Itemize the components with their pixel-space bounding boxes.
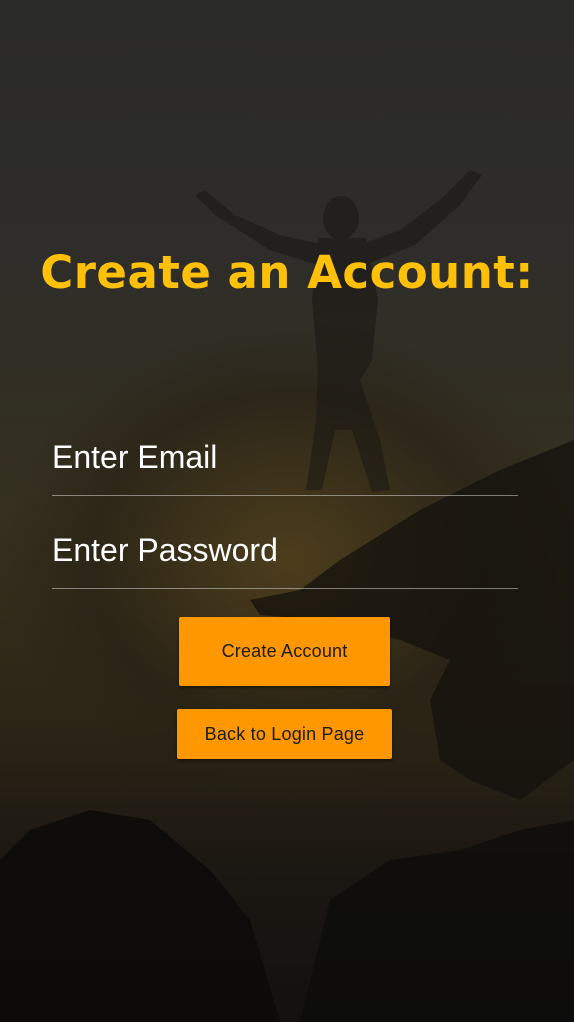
email-input[interactable]	[52, 420, 518, 495]
page-title: Create an Account:	[40, 246, 534, 299]
password-field-container	[52, 512, 518, 589]
create-account-button[interactable]: Create Account	[179, 617, 390, 686]
email-field-container	[52, 420, 518, 496]
back-to-login-button[interactable]: Back to Login Page	[177, 709, 392, 759]
signup-screen: Create an Account: Create Account Back t…	[0, 0, 574, 1022]
password-input[interactable]	[52, 512, 518, 588]
background-image	[0, 170, 574, 1022]
